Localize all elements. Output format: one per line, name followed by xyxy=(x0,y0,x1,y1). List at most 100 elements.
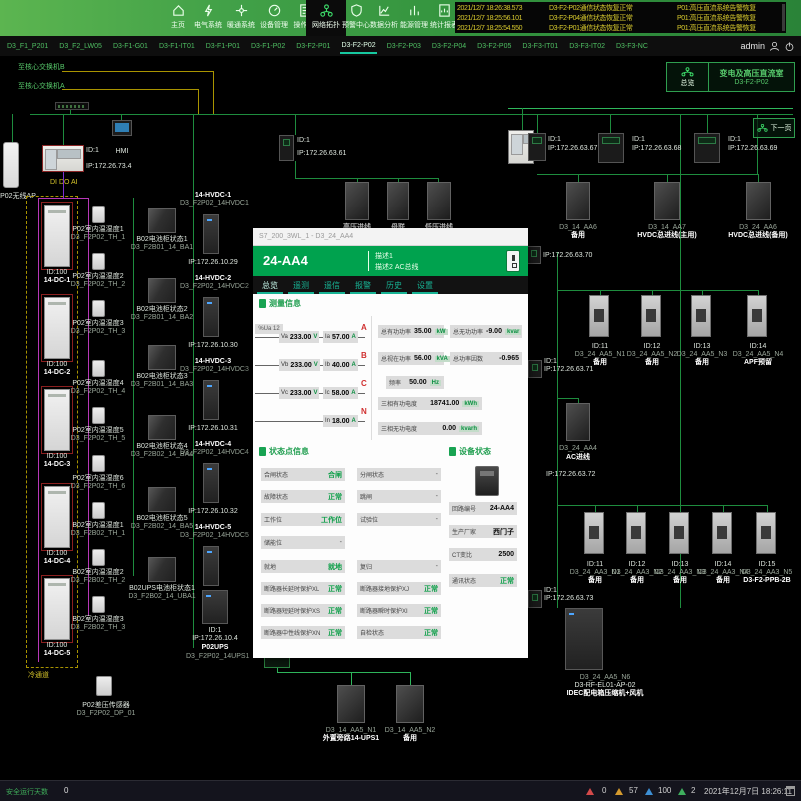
ups-output-breaker[interactable] xyxy=(337,685,365,723)
th-sensor[interactable] xyxy=(92,206,105,223)
network-switch[interactable] xyxy=(55,102,89,110)
ups-output-breaker[interactable] xyxy=(396,685,424,723)
major-alarm-icon[interactable] xyxy=(615,788,623,795)
th-sensor[interactable] xyxy=(92,253,105,270)
mccb-breaker[interactable] xyxy=(641,295,661,337)
bus-tie-breaker[interactable] xyxy=(387,182,409,220)
sensor-code: D3_F2B02_TH_3 xyxy=(66,624,130,632)
page-tab[interactable]: D3-F1-G01 xyxy=(112,40,149,53)
idec-cabinet[interactable] xyxy=(565,608,603,670)
page-tab[interactable]: D3-F2-P03 xyxy=(386,40,422,53)
page-tab[interactable]: D3-F1-P02 xyxy=(250,40,286,53)
mccb-breaker[interactable] xyxy=(756,512,776,554)
hvdc-rack[interactable] xyxy=(203,380,219,420)
battery-cabinet[interactable] xyxy=(148,487,176,512)
th-sensor[interactable] xyxy=(92,455,105,472)
ups-rack[interactable] xyxy=(202,590,228,624)
page-tab[interactable]: D3_F2_LW05 xyxy=(58,40,103,53)
hmi-label: HMI xyxy=(108,148,136,156)
power-meter[interactable] xyxy=(528,133,546,161)
th-sensor[interactable] xyxy=(92,596,105,613)
hvdc-rack[interactable] xyxy=(203,214,219,254)
feeder-breaker[interactable] xyxy=(566,182,590,220)
plc-controller[interactable] xyxy=(42,145,84,172)
page-tab[interactable]: D3-F2-P05 xyxy=(476,40,512,53)
battery-cabinet[interactable] xyxy=(148,345,176,370)
page-tab[interactable]: D3-F1-P01 xyxy=(205,40,241,53)
alarm-row[interactable]: 2021/12/7 18:25:56.101 D3-F2-P04通信状态恢复正常… xyxy=(457,13,784,23)
incoming-breaker[interactable] xyxy=(427,182,451,220)
page-tab[interactable]: D3-F3-NC xyxy=(615,40,649,53)
battery-cabinet[interactable] xyxy=(148,278,176,303)
meter-ip: IP:172.26.63.70 xyxy=(543,252,592,260)
alarm-row[interactable]: 2021/12/7 18:25:54.550 D3-F2-P01通信状态恢复正常… xyxy=(457,23,784,33)
mccb-breaker[interactable] xyxy=(712,512,732,554)
mini-switch[interactable] xyxy=(264,657,290,668)
calendar-icon[interactable] xyxy=(786,786,795,796)
mccb-breaker[interactable] xyxy=(626,512,646,554)
hvdc-rack[interactable] xyxy=(203,463,219,503)
tab-alarms[interactable]: 报警 xyxy=(350,278,376,294)
ac-incoming-breaker[interactable] xyxy=(566,403,590,441)
page-tab[interactable]: D3_F1_P201 xyxy=(6,40,49,53)
feeder-breaker[interactable] xyxy=(746,182,771,220)
info-alarm-icon[interactable] xyxy=(678,788,686,795)
section-measure: 测量信息 xyxy=(259,298,301,309)
minor-alarm-count[interactable]: 100 xyxy=(658,786,671,795)
cabinet-name: 14-DC-3 xyxy=(36,461,78,469)
hmi-screen[interactable] xyxy=(112,120,132,136)
power-icon[interactable] xyxy=(784,41,795,52)
mccb-breaker[interactable] xyxy=(747,295,767,337)
mccb-breaker[interactable] xyxy=(691,295,711,337)
page-tab[interactable]: D3-F3-IT02 xyxy=(568,40,606,53)
overview-button[interactable]: 总览 xyxy=(667,63,709,91)
critical-alarm-icon[interactable] xyxy=(586,788,594,795)
field-label: 回路编号 xyxy=(452,504,476,513)
power-meter[interactable] xyxy=(527,246,541,264)
battery-cabinet[interactable] xyxy=(148,557,176,582)
tab-telemetry[interactable]: 遥测 xyxy=(288,278,314,294)
alarm-scrollbar[interactable] xyxy=(782,4,785,31)
mccb-breaker[interactable] xyxy=(589,295,609,337)
battery-cabinet[interactable] xyxy=(148,208,176,233)
power-meter[interactable] xyxy=(528,360,542,378)
incoming-breaker[interactable] xyxy=(345,182,369,220)
alarm-row[interactable]: 2021/12/7 18:26:38.573 D3-F2-P02通信状态恢复正常… xyxy=(457,3,784,13)
phase-tag: A xyxy=(361,323,367,332)
page-tab[interactable]: D3-F2-P04 xyxy=(431,40,467,53)
mccb-breaker[interactable] xyxy=(584,512,604,554)
power-meter[interactable] xyxy=(279,135,294,161)
th-sensor[interactable] xyxy=(92,300,105,317)
dialog-titlebar[interactable]: S7_200_3WL_1 - D3_24_AA4 xyxy=(253,228,528,246)
power-meter[interactable] xyxy=(528,590,542,608)
minor-alarm-icon[interactable] xyxy=(645,788,653,795)
th-sensor[interactable] xyxy=(92,549,105,566)
tab-overview[interactable]: 总览 xyxy=(257,278,283,294)
battery-cabinet[interactable] xyxy=(148,415,176,440)
user-icon[interactable] xyxy=(769,41,780,52)
status-point: 分闸状态- xyxy=(357,468,441,481)
tab-signals[interactable]: 遥信 xyxy=(319,278,345,294)
mccb-breaker[interactable] xyxy=(669,512,689,554)
dp-sensor[interactable] xyxy=(96,676,112,696)
page-tab[interactable]: D3-F1-IT01 xyxy=(158,40,196,53)
page-tab-active[interactable]: D3-F2-P02 xyxy=(340,39,376,54)
page-tab[interactable]: D3-F2-P01 xyxy=(295,40,331,53)
th-sensor[interactable] xyxy=(92,407,105,424)
power-meter[interactable] xyxy=(694,133,720,163)
info-alarm-count[interactable]: 2 xyxy=(691,786,695,795)
tab-history[interactable]: 历史 xyxy=(381,278,407,294)
hvdc-rack[interactable] xyxy=(203,297,219,337)
page-tab[interactable]: D3-F3-IT01 xyxy=(521,40,559,53)
critical-alarm-count[interactable]: 0 xyxy=(602,786,606,795)
power-meter[interactable] xyxy=(598,133,624,163)
tab-settings[interactable]: 设置 xyxy=(412,278,438,294)
dc-cabinet[interactable] xyxy=(44,486,70,548)
feeder-breaker[interactable] xyxy=(654,182,680,220)
th-sensor[interactable] xyxy=(92,502,105,519)
hvdc-rack[interactable] xyxy=(203,546,219,586)
major-alarm-count[interactable]: 57 xyxy=(629,786,638,795)
next-page-button[interactable]: 下一页 xyxy=(753,118,795,138)
wireless-ap[interactable] xyxy=(3,142,19,188)
th-sensor[interactable] xyxy=(92,360,105,377)
